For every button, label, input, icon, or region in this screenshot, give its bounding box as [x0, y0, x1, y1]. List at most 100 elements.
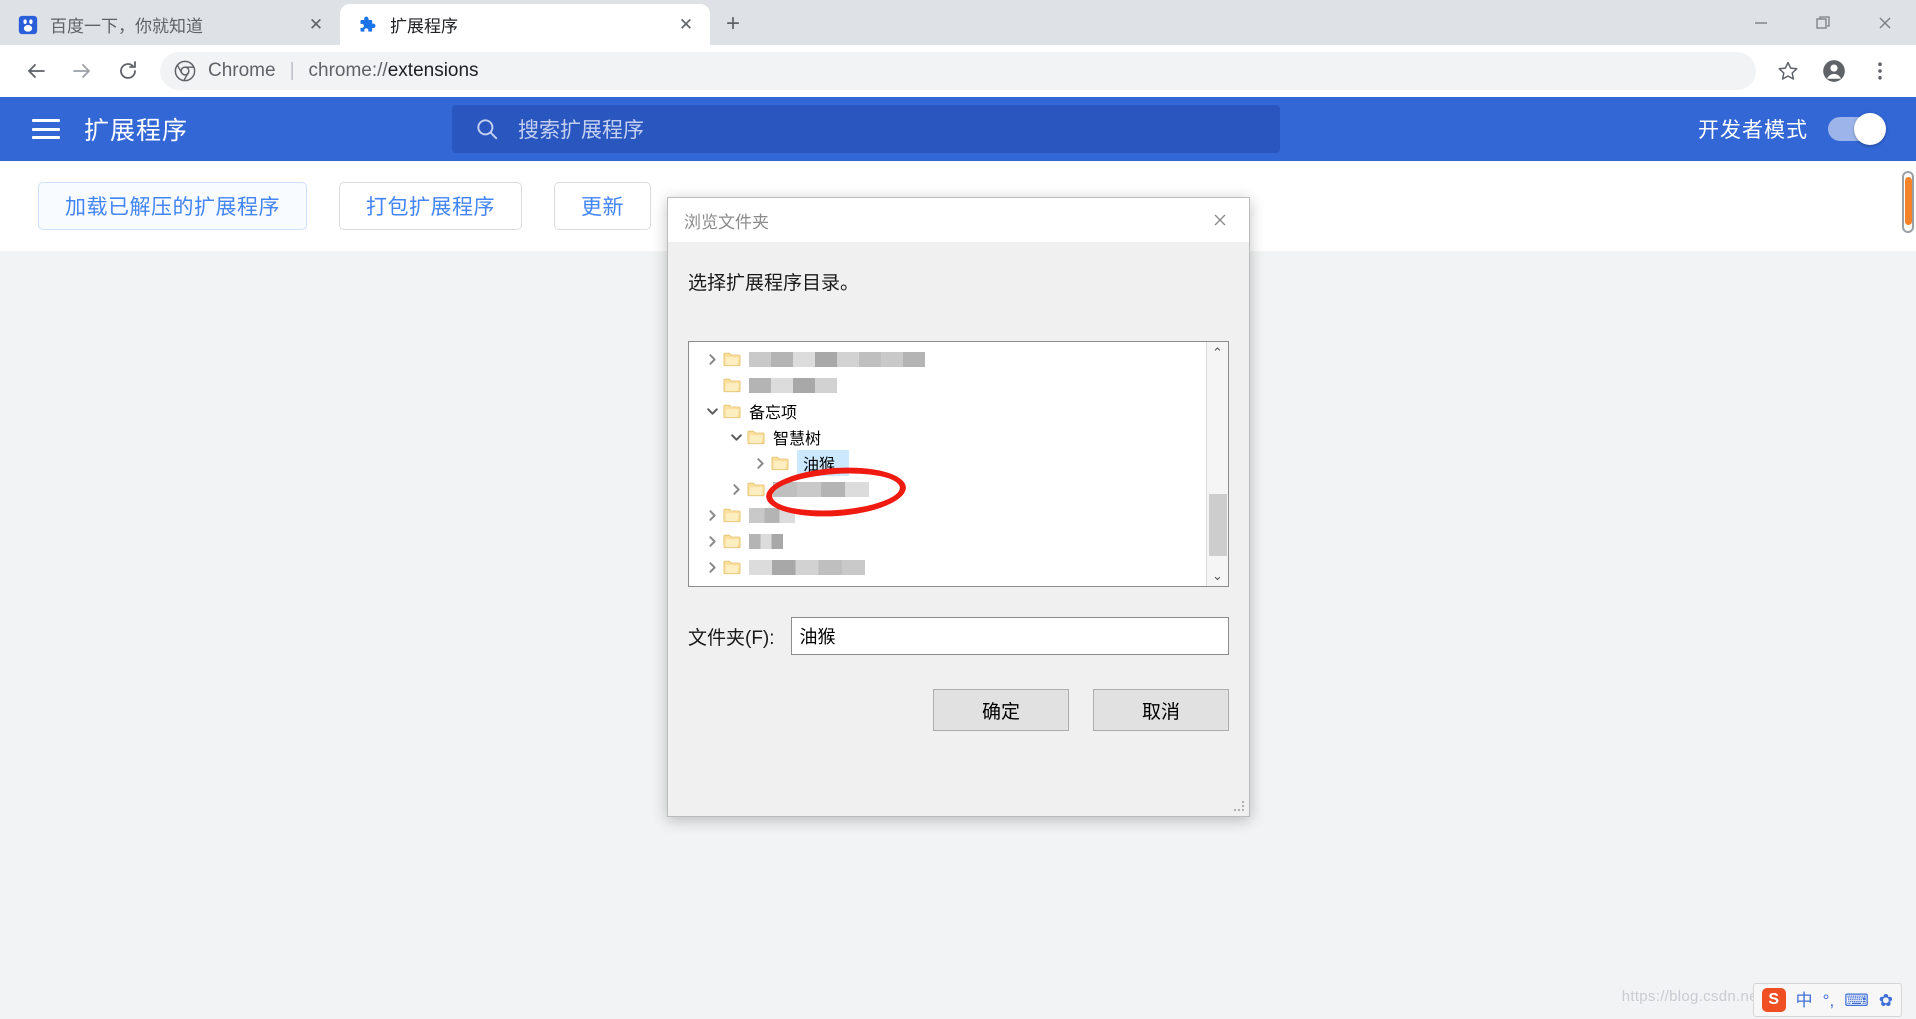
- browser-toolbar: Chrome | chrome://extensions: [0, 45, 1916, 97]
- forward-button[interactable]: [60, 49, 104, 93]
- chevron-right-icon[interactable]: [701, 528, 723, 554]
- back-button[interactable]: [14, 49, 58, 93]
- folder-tree-container: 备忘项 智慧树 油猴 ⌃ ⌄: [688, 341, 1229, 587]
- chevron-right-icon[interactable]: [701, 554, 723, 580]
- tab-title: 扩展程序: [390, 17, 458, 36]
- developer-mode-label: 开发者模式: [1698, 119, 1808, 142]
- folder-tree-row[interactable]: 智慧树: [689, 424, 1206, 450]
- browser-tab-extensions[interactable]: 扩展程序 ✕: [340, 4, 710, 45]
- chrome-menu-button[interactable]: [1858, 49, 1902, 93]
- toggle-knob: [1854, 113, 1886, 145]
- folder-tree-row-label-selected[interactable]: 油猴: [797, 450, 850, 476]
- resize-grip-icon[interactable]: [1232, 799, 1246, 813]
- folder-icon: [723, 352, 741, 367]
- chevron-right-icon[interactable]: [701, 502, 723, 528]
- chevron-right-icon[interactable]: [749, 450, 771, 476]
- sogou-logo-icon[interactable]: S: [1761, 988, 1786, 1012]
- browser-tab-baidu[interactable]: 百度一下，你就知道 ✕: [0, 4, 340, 45]
- reload-icon: [120, 61, 136, 79]
- tab-close-icon[interactable]: ✕: [304, 13, 328, 37]
- punctuation-icon[interactable]: °,: [1823, 992, 1835, 1009]
- redacted-folder-name: [749, 533, 783, 549]
- profile-button[interactable]: [1812, 49, 1856, 93]
- search-extensions-input[interactable]: 搜索扩展程序: [452, 105, 1280, 153]
- ok-button[interactable]: 确定: [933, 689, 1069, 731]
- close-icon: [1879, 17, 1891, 28]
- folder-tree-row-label[interactable]: 智慧树: [773, 425, 821, 449]
- folder-icon: [723, 378, 741, 393]
- reload-button[interactable]: [106, 49, 150, 93]
- chrome-logo-icon: [174, 60, 196, 82]
- omnibox-url: chrome://extensions: [309, 60, 479, 82]
- page-scrollbar[interactable]: [1900, 161, 1916, 251]
- hamburger-menu-icon[interactable]: [32, 119, 60, 139]
- update-button[interactable]: 更新: [554, 182, 651, 230]
- close-window-button[interactable]: [1854, 0, 1916, 45]
- folder-tree-row[interactable]: 油猴: [689, 450, 1206, 476]
- redacted-folder-name: [749, 351, 925, 367]
- folder-tree-row[interactable]: [689, 502, 1206, 528]
- toolbox-icon[interactable]: ✿: [1879, 992, 1893, 1009]
- folder-tree-scrollbar-thumb[interactable]: [1209, 494, 1227, 556]
- folder-icon: [723, 508, 741, 523]
- dialog-title-bar[interactable]: 浏览文件夹: [668, 198, 1249, 242]
- new-tab-button[interactable]: +: [716, 7, 750, 41]
- chinese-mode-icon[interactable]: 中: [1796, 992, 1813, 1009]
- pack-extension-button[interactable]: 打包扩展程序: [339, 182, 522, 230]
- address-bar[interactable]: Chrome | chrome://extensions: [160, 52, 1756, 90]
- scroll-up-icon[interactable]: ⌃: [1212, 346, 1223, 359]
- ime-toolbar[interactable]: S 中 °, ⌨ ✿: [1752, 983, 1902, 1017]
- folder-tree-row[interactable]: 备忘项: [689, 398, 1206, 424]
- dialog-prompt: 选择扩展程序目录。: [688, 273, 860, 294]
- window-controls: [1730, 0, 1916, 45]
- folder-name-input[interactable]: 油猴: [790, 617, 1229, 655]
- tab-close-icon[interactable]: ✕: [674, 13, 698, 37]
- omnibox-url-prefix: chrome://: [308, 60, 388, 81]
- omnibox-url-path: extensions: [387, 60, 479, 81]
- redacted-folder-name: [749, 507, 795, 523]
- page-title: 扩展程序: [84, 117, 189, 145]
- profile-avatar-icon: [1823, 60, 1845, 82]
- folder-icon: [723, 404, 741, 419]
- folder-tree-row[interactable]: [689, 372, 1206, 398]
- bookmark-button[interactable]: [1766, 49, 1810, 93]
- chevron-down-icon[interactable]: [701, 398, 723, 424]
- folder-tree-row-label[interactable]: 备忘项: [749, 399, 797, 423]
- tab-strip: 百度一下，你就知道 ✕ 扩展程序 ✕ +: [0, 0, 1916, 45]
- page-scrollbar-thumb[interactable]: [1905, 177, 1912, 225]
- dialog-close-button[interactable]: [1199, 201, 1241, 239]
- puzzle-piece-icon: [360, 16, 376, 32]
- omnibox-separator: |: [289, 60, 295, 81]
- developer-mode-toggle[interactable]: [1828, 113, 1886, 145]
- extensions-header: 扩展程序 搜索扩展程序 开发者模式: [0, 97, 1916, 161]
- redacted-folder-name: [749, 377, 837, 393]
- folder-tree-row[interactable]: [689, 528, 1206, 554]
- chevron-right-icon[interactable]: [701, 346, 723, 372]
- folder-tree-row[interactable]: [689, 554, 1206, 580]
- folder-icon: [771, 456, 789, 471]
- folder-tree-scrollbar[interactable]: ⌃ ⌄: [1206, 342, 1228, 586]
- folder-icon: [723, 560, 741, 575]
- resize-grip-glyph: [1234, 801, 1244, 811]
- chevron-down-icon[interactable]: [725, 424, 747, 450]
- more-vertical-icon: [1878, 62, 1882, 80]
- star-icon: [1778, 61, 1798, 80]
- scroll-down-icon[interactable]: ⌄: [1212, 569, 1223, 582]
- cancel-button[interactable]: 取消: [1093, 689, 1229, 731]
- folder-tree-row[interactable]: [689, 476, 1206, 502]
- omnibox-scheme-label: Chrome: [208, 60, 276, 81]
- folder-icon: [747, 482, 765, 497]
- minimize-icon: [1755, 21, 1767, 24]
- maximize-icon: [1816, 15, 1830, 29]
- load-unpacked-button[interactable]: 加载已解压的扩展程序: [38, 182, 307, 230]
- maximize-button[interactable]: [1792, 0, 1854, 45]
- tab-title: 百度一下，你就知道: [50, 17, 203, 36]
- folder-tree[interactable]: 备忘项 智慧树 油猴: [689, 342, 1206, 586]
- folder-tree-row[interactable]: [689, 346, 1206, 372]
- redacted-folder-name: [749, 559, 865, 575]
- folder-name-row: 文件夹(F): 油猴: [688, 617, 1229, 655]
- dialog-title: 浏览文件夹: [684, 212, 769, 232]
- minimize-button[interactable]: [1730, 0, 1792, 45]
- keyboard-icon[interactable]: ⌨: [1844, 992, 1869, 1009]
- chevron-right-icon[interactable]: [725, 476, 747, 502]
